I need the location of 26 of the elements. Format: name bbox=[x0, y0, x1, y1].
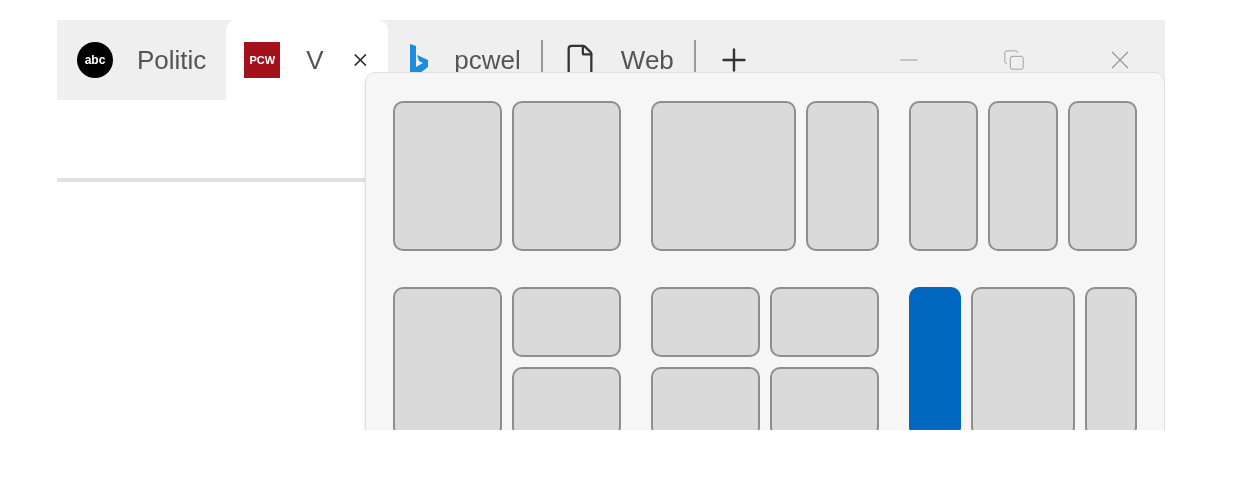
site-logo-icon: abc bbox=[77, 42, 113, 78]
snap-zone[interactable] bbox=[651, 101, 797, 251]
snap-zone[interactable] bbox=[988, 101, 1058, 251]
browser-tab[interactable]: PCW V bbox=[226, 20, 389, 100]
browser-tab[interactable]: abc Politic bbox=[57, 20, 227, 100]
tab-title: Web bbox=[620, 43, 674, 77]
snap-zone[interactable] bbox=[1067, 101, 1137, 251]
snap-zone[interactable] bbox=[512, 101, 621, 251]
snap-zone[interactable] bbox=[770, 287, 879, 357]
snap-zone[interactable] bbox=[806, 101, 879, 251]
snap-zone[interactable] bbox=[512, 367, 621, 430]
tab-title: pcwel bbox=[454, 43, 521, 77]
snap-zone[interactable] bbox=[909, 101, 979, 251]
snap-zone[interactable] bbox=[393, 101, 502, 251]
site-logo-icon: PCW bbox=[244, 42, 281, 78]
browser-tab[interactable]: pcwel bbox=[388, 20, 541, 100]
snap-zone[interactable] bbox=[512, 287, 621, 357]
snap-zone[interactable] bbox=[651, 367, 760, 430]
snap-zone[interactable] bbox=[1085, 287, 1137, 430]
tab-title: V bbox=[306, 43, 324, 77]
snap-zone[interactable] bbox=[971, 287, 1075, 430]
tab-title: Politic bbox=[137, 43, 207, 77]
restore-icon[interactable] bbox=[1003, 49, 1025, 71]
snap-zone[interactable] bbox=[393, 287, 502, 430]
snap-zone[interactable] bbox=[770, 367, 879, 430]
snap-zone[interactable] bbox=[651, 287, 760, 357]
